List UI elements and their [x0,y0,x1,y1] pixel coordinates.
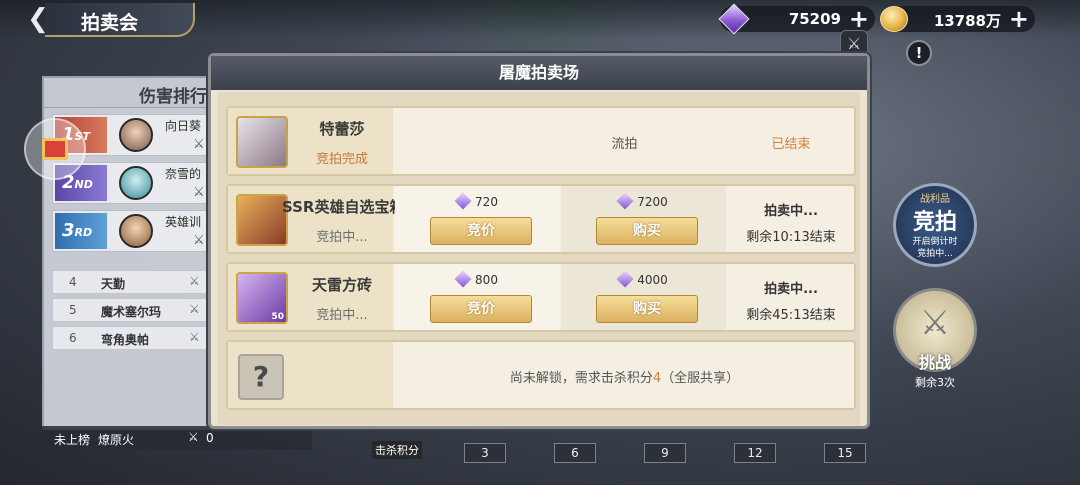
title-plate: 拍卖会 [45,3,195,37]
ended-label: 已结束 [771,137,811,152]
item-status: 竞拍中... [316,308,368,323]
gem-amount: 75209 [788,10,841,28]
unlock-requirement: 尚未解锁，需求击杀积分4（全服共享） [509,371,740,386]
crossed-swords-icon: ⚔ [919,303,951,343]
challenge-button[interactable]: ⚔ 挑战 [893,288,977,372]
swords-icon: ⚔ [189,302,200,316]
auction-button[interactable]: 战利品 竞拍 开启倒计时 竞拍中... [893,183,977,267]
rank-medal: 3RD [55,213,107,249]
gold-amount: 13788万 [933,12,1001,30]
time-remaining: 剩余45:13结束 [746,308,836,323]
challenge-remaining: 剩余3次 [915,376,955,389]
buy-button[interactable]: 购买 [596,217,698,245]
swords-icon: ⚔ [193,137,205,152]
item-name: SSR英雄自选宝箱 [282,198,405,216]
add-gold-button[interactable]: + [1009,6,1029,32]
ranking-title: 伤害排行 [44,78,216,108]
item-name: 天雷方砖 [311,276,372,294]
top-bar: 拍卖会 ❮ 75209 + 13788万 + [0,0,1080,38]
modal-title: 屠魔拍卖场 [211,56,867,90]
swords-icon: ⚔ [193,185,205,200]
rank-row-3[interactable]: 3RD 英雄训 ⚔ [52,210,222,252]
gem-currency: 75209 + [718,3,875,35]
chest-icon [236,194,288,246]
gem-icon [616,270,634,288]
question-mark-icon: ? [238,354,284,400]
gold-currency: 13788万 + [880,6,1035,32]
auction-item-card: 特蕾莎 竞拍完成 流拍 已结束 [226,106,856,176]
bid-button[interactable]: 竞价 [430,295,532,323]
buy-price: 4000 [561,270,726,288]
hero-avatar [119,118,153,152]
hero-avatar [119,214,153,248]
swords-icon: ⚔ [193,233,205,248]
rank-list-item[interactable]: 5 魔术塞尔玛 ⚔ [52,298,212,322]
gold-coin-icon [880,6,908,32]
gift-icon[interactable] [24,118,86,180]
item-status: 竞拍中... [316,230,368,245]
milestone-chest[interactable]: 15 [824,443,866,463]
rank-list-item[interactable]: 4 天勤 ⚔ [52,270,212,294]
page-title: 拍卖会 [81,12,139,34]
milestone-chest[interactable]: 3 [464,443,506,463]
locked-item-card: ? 尚未解锁，需求击杀积分4（全服共享） [226,340,856,410]
milestone-chest[interactable]: 9 [644,443,686,463]
kill-points-label: 击杀积分 [372,441,422,459]
gem-icon [454,192,472,210]
rank-list-item[interactable]: 6 弯角奥帕 ⚔ [52,326,212,350]
time-remaining: 剩余10:13结束 [746,230,836,245]
milestone-chest[interactable]: 12 [734,443,776,463]
auction-item-card: SSR英雄自选宝箱 竞拍中... 720 竞价 7200 购买 拍卖中... 剩… [226,184,856,254]
item-status: 竞拍完成 [315,152,368,167]
bid-price: 720 [395,192,560,210]
bid-button[interactable]: 竞价 [430,217,532,245]
gem-icon [718,3,750,35]
back-arrow-icon[interactable]: ❮ [18,4,58,34]
milestone-chest[interactable]: 6 [554,443,596,463]
gem-icon [454,270,472,288]
bid-price: 800 [395,270,560,288]
item-name: 特蕾莎 [319,120,365,138]
auction-list[interactable]: 特蕾莎 竞拍完成 流拍 已结束 SSR英雄自选宝箱 竞拍中... 720 竞价 … [218,92,860,425]
buy-price: 7200 [561,192,726,210]
self-rank-row: 未上榜 燎原火 ⚔ 0 [42,426,312,450]
auction-state: 拍卖中... [764,204,818,219]
swords-icon: ⚔ [188,430,199,444]
hero-portrait [236,116,288,168]
auction-modal: 屠魔拍卖场 特蕾莎 竞拍完成 流拍 已结束 SSR英雄自选宝箱 竞拍中... 7… [208,53,870,429]
crystal-brick-icon: 50 [236,272,288,324]
auction-state: 拍卖中... [764,282,818,297]
gem-icon [616,192,634,210]
swords-icon: ⚔ [189,274,200,288]
alert-icon[interactable]: ! [906,40,932,66]
buy-button[interactable]: 购买 [596,295,698,323]
swords-icon: ⚔ [189,330,200,344]
add-gems-button[interactable]: + [849,6,869,32]
hero-avatar [119,166,153,200]
auction-item-card: 50 天雷方砖 竞拍中... 800 竞价 4000 购买 拍卖中... 剩余4… [226,262,856,332]
